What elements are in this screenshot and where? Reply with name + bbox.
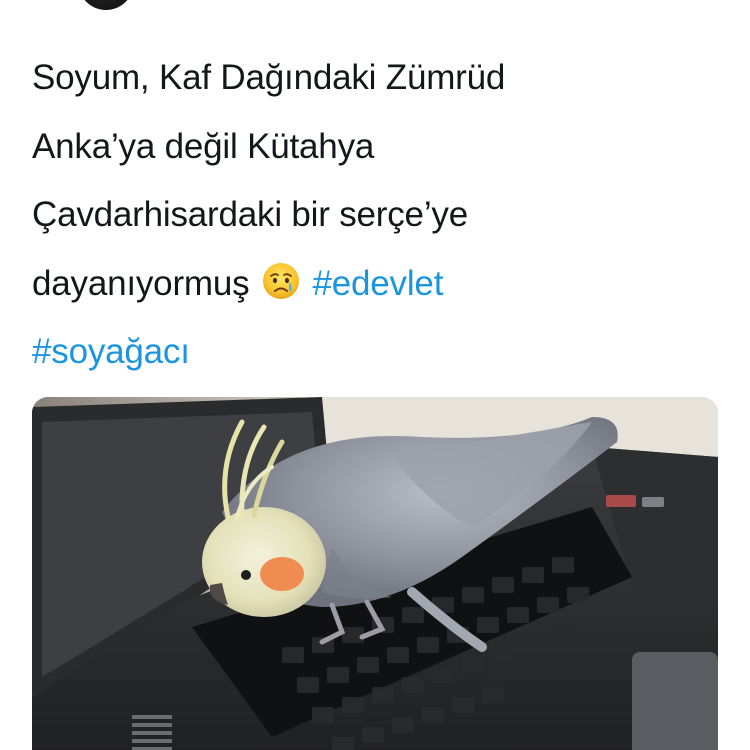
author-avatar[interactable] (78, 0, 134, 10)
cockatiel-photo (32, 397, 718, 750)
crying-face-icon (261, 261, 301, 301)
tweet-photo[interactable] (32, 397, 718, 750)
tweet-text-line: Anka’ya değil Kütahya (32, 126, 375, 166)
tweet-text-segment: dayanıyormuş (32, 263, 250, 303)
hashtag-link[interactable]: #edevlet (313, 264, 444, 303)
tweet-text-line: Çavdarhisardaki bir serçe’ye (32, 195, 468, 234)
tweet-text-line-with-hashtag: dayanıyormuş #edevlet (32, 250, 672, 319)
hashtag-link[interactable]: #soyağacı (32, 332, 190, 371)
tweet-text-line: Soyum, Kaf Dağındaki Zümrüd (32, 58, 506, 97)
tweet-text-line-hashtag: #soyağacı (32, 318, 672, 387)
tweet-text: Soyum, Kaf Dağındaki Zümrüd Anka’ya deği… (32, 44, 672, 387)
